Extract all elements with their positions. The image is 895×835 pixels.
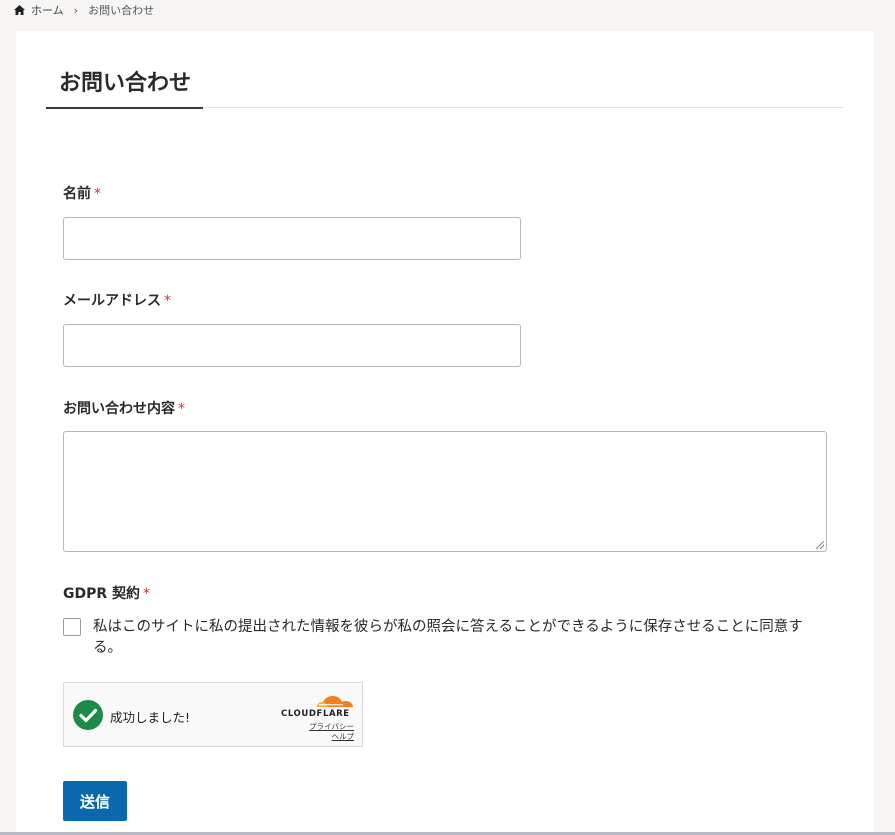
chevron-right-icon: ›: [73, 3, 79, 17]
email-label-text: メールアドレス: [63, 293, 161, 309]
gdpr-label: GDPR 契約 *: [63, 583, 150, 603]
message-textarea[interactable]: [63, 431, 827, 552]
home-icon[interactable]: [14, 5, 25, 15]
page-title: お問い合わせ: [46, 69, 204, 109]
email-field[interactable]: [63, 324, 521, 367]
cloudflare-brand: CLOUDFLARE: [281, 709, 350, 719]
gdpr-consent-text[interactable]: 私はこのサイトに私の提出された情報を彼らが私の照会に答えることができるように保存…: [93, 617, 823, 659]
name-field[interactable]: [63, 217, 521, 260]
turnstile-status: 成功しました!: [110, 710, 191, 725]
message-label-text: お問い合わせ内容: [63, 401, 175, 417]
page-title-bar: お問い合わせ: [46, 69, 843, 109]
breadcrumb-home-link[interactable]: ホーム: [31, 2, 64, 18]
message-label: お問い合わせ内容 *: [63, 398, 185, 418]
email-label: メールアドレス *: [63, 290, 171, 310]
privacy-link[interactable]: プライバシー: [309, 722, 354, 732]
success-check-icon: [73, 700, 103, 730]
gdpr-checkbox[interactable]: [63, 618, 81, 636]
cloudflare-turnstile-widget: 成功しました! CLOUDFLARE プライバシー ヘルプ: [63, 682, 363, 747]
required-mark: *: [143, 586, 151, 602]
name-label: 名前 *: [63, 183, 101, 203]
required-mark: *: [94, 186, 101, 202]
resize-grip-icon[interactable]: [816, 541, 824, 549]
submit-button[interactable]: 送信: [63, 781, 127, 821]
gdpr-label-text: GDPR 契約: [63, 586, 141, 602]
required-mark: *: [178, 401, 185, 417]
contact-form-card: お問い合わせ 名前 * メールアドレス * お問い合わせ内容 * GDPR 契約 * 私…: [16, 31, 874, 835]
name-label-text: 名前: [63, 186, 91, 202]
turnstile-links: プライバシー ヘルプ: [309, 722, 354, 742]
breadcrumb-current: お問い合わせ: [88, 4, 155, 17]
help-link[interactable]: ヘルプ: [309, 732, 355, 742]
breadcrumb: ホーム › お問い合わせ: [14, 2, 154, 18]
required-mark: *: [164, 293, 171, 309]
